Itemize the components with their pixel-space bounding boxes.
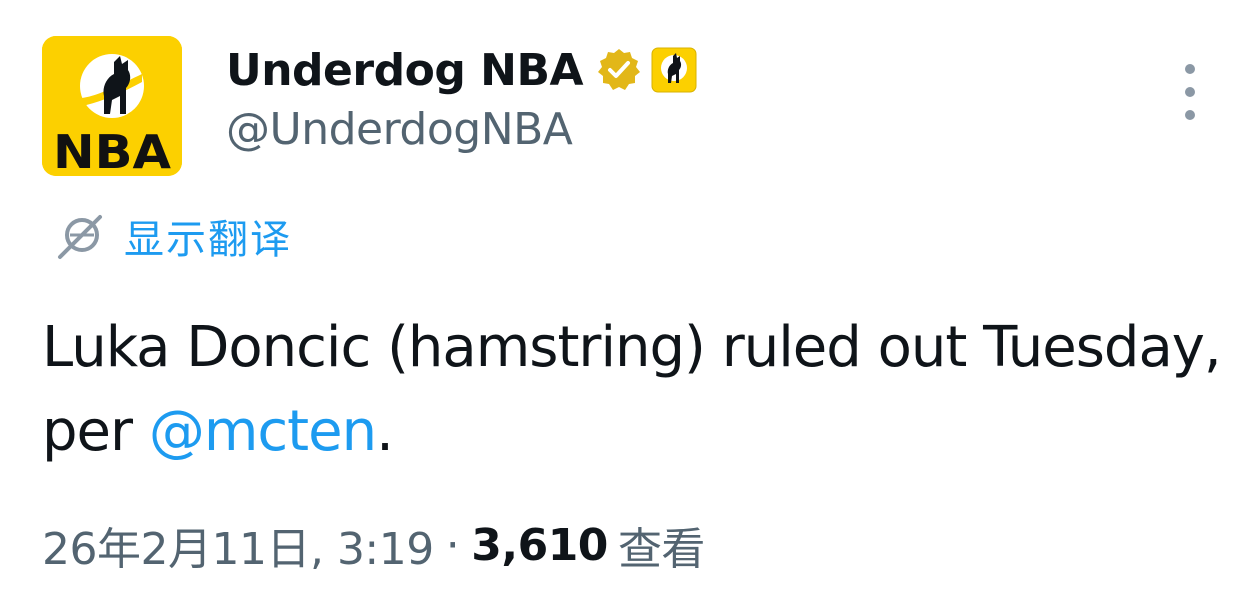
- more-dot: [1185, 64, 1195, 74]
- tweet-meta: 26年2月11日, 3:19 · 3,610 查看: [42, 512, 705, 578]
- more-dot: [1185, 110, 1195, 120]
- views-label: 查看: [617, 524, 706, 575]
- display-name[interactable]: Underdog NBA: [226, 45, 584, 96]
- meta-separator: ·: [445, 519, 460, 571]
- display-name-row: Underdog NBA: [226, 40, 697, 100]
- underdog-dog-icon[interactable]: [651, 47, 697, 93]
- translate-label: 显示翻译: [124, 217, 292, 263]
- avatar[interactable]: NBA: [42, 36, 182, 176]
- tweet-text: Luka Doncic (hamstring) ruled out Tuesda…: [42, 306, 1222, 474]
- tweet: NBA Underdog NBA @UnderdogNBA 显示翻译 Luka …: [0, 0, 1260, 612]
- handle[interactable]: @UnderdogNBA: [226, 104, 573, 155]
- views-count[interactable]: 3,610: [471, 520, 608, 571]
- timestamp[interactable]: 26年2月11日, 3:19: [42, 513, 434, 577]
- tweet-text-after: .: [376, 399, 394, 464]
- show-translation-button[interactable]: 显示翻译: [56, 206, 292, 266]
- gold-verified-check-icon[interactable]: [595, 46, 643, 94]
- more-dot: [1185, 87, 1195, 97]
- globe-translate-icon: [58, 215, 102, 259]
- svg-text:NBA: NBA: [53, 125, 171, 176]
- mention-link[interactable]: @mcten: [149, 399, 377, 464]
- more-options-icon[interactable]: [1172, 64, 1208, 120]
- underdog-nba-logo-icon: NBA: [42, 36, 182, 176]
